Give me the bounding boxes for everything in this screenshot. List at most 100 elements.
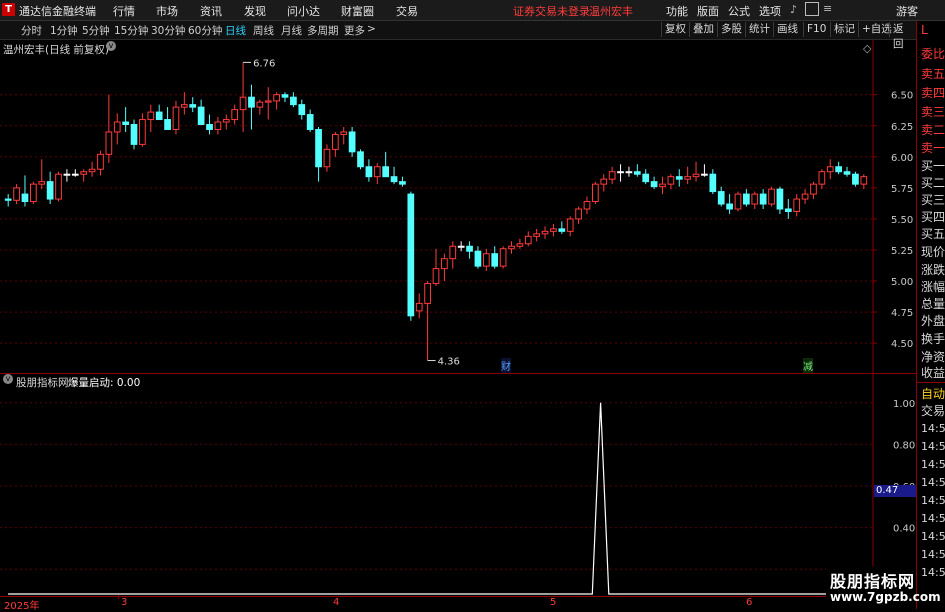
candle-body[interactable] bbox=[441, 258, 448, 270]
btn-f10[interactable]: F10 bbox=[803, 22, 829, 37]
app-logo-icon[interactable]: T bbox=[2, 3, 15, 16]
candle-body[interactable] bbox=[810, 183, 817, 195]
candle-body[interactable] bbox=[390, 176, 398, 183]
candle-body[interactable] bbox=[214, 121, 222, 130]
candle-body[interactable] bbox=[264, 100, 272, 103]
candle-body[interactable] bbox=[701, 173, 708, 176]
candle-body[interactable] bbox=[575, 208, 582, 220]
indicator-chart[interactable]: 0.200.400.600.801.00 bbox=[0, 374, 916, 596]
collapse-icon[interactable]: ◇ bbox=[863, 42, 871, 55]
btn-huaxian[interactable]: 画线 bbox=[773, 22, 801, 37]
menu-lines-icon[interactable]: ≡ bbox=[823, 2, 832, 15]
candle-body[interactable] bbox=[46, 181, 54, 200]
candle-body[interactable] bbox=[466, 245, 473, 252]
candle-body[interactable] bbox=[516, 243, 524, 247]
event-label-cai[interactable]: 财 bbox=[501, 358, 511, 373]
period-monthly[interactable]: 月线 bbox=[281, 23, 302, 38]
candle-body[interactable] bbox=[415, 302, 423, 312]
guest-label[interactable]: 游客 bbox=[896, 3, 918, 19]
candle-body[interactable] bbox=[726, 203, 733, 210]
candle-body[interactable] bbox=[197, 106, 205, 126]
candle-body[interactable] bbox=[499, 248, 507, 267]
window-icon[interactable] bbox=[805, 2, 819, 16]
btn-fuquan[interactable]: 复权 bbox=[661, 22, 689, 37]
candle-body[interactable] bbox=[717, 191, 725, 205]
period-fenshi[interactable]: 分时 bbox=[21, 23, 42, 38]
candle-body[interactable] bbox=[147, 111, 155, 121]
candle-body[interactable] bbox=[457, 245, 465, 248]
candle-body[interactable] bbox=[659, 183, 666, 188]
candle-body[interactable] bbox=[105, 131, 113, 155]
candle-body[interactable] bbox=[222, 119, 230, 123]
candle-body[interactable] bbox=[189, 104, 197, 108]
candle-body[interactable] bbox=[273, 94, 280, 102]
period-15min[interactable]: 15分钟 bbox=[114, 23, 148, 38]
bell-icon[interactable]: ♪ bbox=[790, 3, 797, 16]
candle-body[interactable] bbox=[155, 111, 163, 121]
menu-hangqing[interactable]: 行情 bbox=[113, 3, 135, 19]
candle-body[interactable] bbox=[684, 176, 692, 180]
candle-body[interactable] bbox=[4, 198, 12, 201]
candle-body[interactable] bbox=[298, 104, 306, 116]
candle-body[interactable] bbox=[784, 208, 792, 212]
candle-body[interactable] bbox=[290, 96, 297, 106]
candle-body[interactable] bbox=[541, 230, 549, 235]
candle-body[interactable] bbox=[793, 198, 801, 212]
candle-body[interactable] bbox=[474, 250, 482, 267]
candle-body[interactable] bbox=[734, 193, 742, 210]
menu-banmian[interactable]: 版面 bbox=[697, 3, 719, 19]
candle-body[interactable] bbox=[399, 181, 406, 185]
candle-body[interactable] bbox=[860, 176, 868, 185]
candle-body[interactable] bbox=[432, 268, 440, 285]
candle-body[interactable] bbox=[97, 153, 104, 170]
menu-faxian[interactable]: 发现 bbox=[244, 3, 266, 19]
indicator-name[interactable]: 股朋指标网 bbox=[16, 375, 69, 390]
candle-body[interactable] bbox=[583, 201, 591, 210]
period-more[interactable]: 更多 bbox=[344, 23, 365, 38]
candle-body[interactable] bbox=[365, 166, 373, 178]
candle-body[interactable] bbox=[373, 166, 381, 178]
candle-body[interactable] bbox=[625, 171, 633, 174]
candle-body[interactable] bbox=[650, 181, 658, 188]
candle-body[interactable] bbox=[30, 183, 37, 203]
candle-body[interactable] bbox=[617, 171, 624, 174]
chevron-right-icon[interactable]: > bbox=[367, 23, 376, 35]
candle-body[interactable] bbox=[71, 173, 79, 176]
btn-tongji[interactable]: 统计 bbox=[745, 22, 773, 37]
candle-body[interactable] bbox=[180, 104, 188, 108]
candle-body[interactable] bbox=[164, 119, 171, 130]
candle-body[interactable] bbox=[231, 109, 239, 121]
btn-biaoji[interactable]: 标记 bbox=[830, 22, 858, 37]
candle-body[interactable] bbox=[407, 193, 415, 317]
period-1min[interactable]: 1分钟 bbox=[50, 23, 78, 38]
candle-body[interactable] bbox=[113, 121, 121, 133]
login-status[interactable]: 证券交易未登录 bbox=[513, 3, 590, 19]
candle-body[interactable] bbox=[348, 131, 356, 153]
chevron-down-icon[interactable]: v bbox=[3, 374, 13, 384]
candle-body[interactable] bbox=[88, 168, 96, 173]
candle-body[interactable] bbox=[206, 124, 213, 130]
candle-body[interactable] bbox=[801, 193, 809, 200]
menu-shichang[interactable]: 市场 bbox=[156, 3, 178, 19]
btn-diejia[interactable]: 叠加 bbox=[689, 22, 717, 37]
candle-body[interactable] bbox=[38, 181, 46, 185]
candle-body[interactable] bbox=[608, 171, 616, 180]
btn-back[interactable]: 返回 bbox=[889, 22, 916, 50]
candle-body[interactable] bbox=[826, 166, 834, 173]
candle-body[interactable] bbox=[533, 233, 541, 237]
candle-body[interactable] bbox=[558, 228, 566, 232]
candle-body[interactable] bbox=[13, 187, 20, 201]
candle-body[interactable] bbox=[600, 178, 608, 185]
candle-body[interactable] bbox=[281, 94, 289, 98]
menu-jiaoyi[interactable]: 交易 bbox=[396, 3, 418, 19]
menu-gongshi[interactable]: 公式 bbox=[728, 3, 750, 19]
candle-body[interactable] bbox=[122, 121, 129, 126]
candle-body[interactable] bbox=[667, 176, 675, 185]
period-daily[interactable]: 日线 bbox=[225, 23, 246, 38]
period-30min[interactable]: 30分钟 bbox=[151, 23, 185, 38]
period-60min[interactable]: 60分钟 bbox=[188, 23, 222, 38]
candle-body[interactable] bbox=[256, 101, 264, 108]
candle-body[interactable] bbox=[130, 124, 138, 145]
candle-body[interactable] bbox=[449, 245, 457, 260]
candle-body[interactable] bbox=[315, 128, 322, 168]
